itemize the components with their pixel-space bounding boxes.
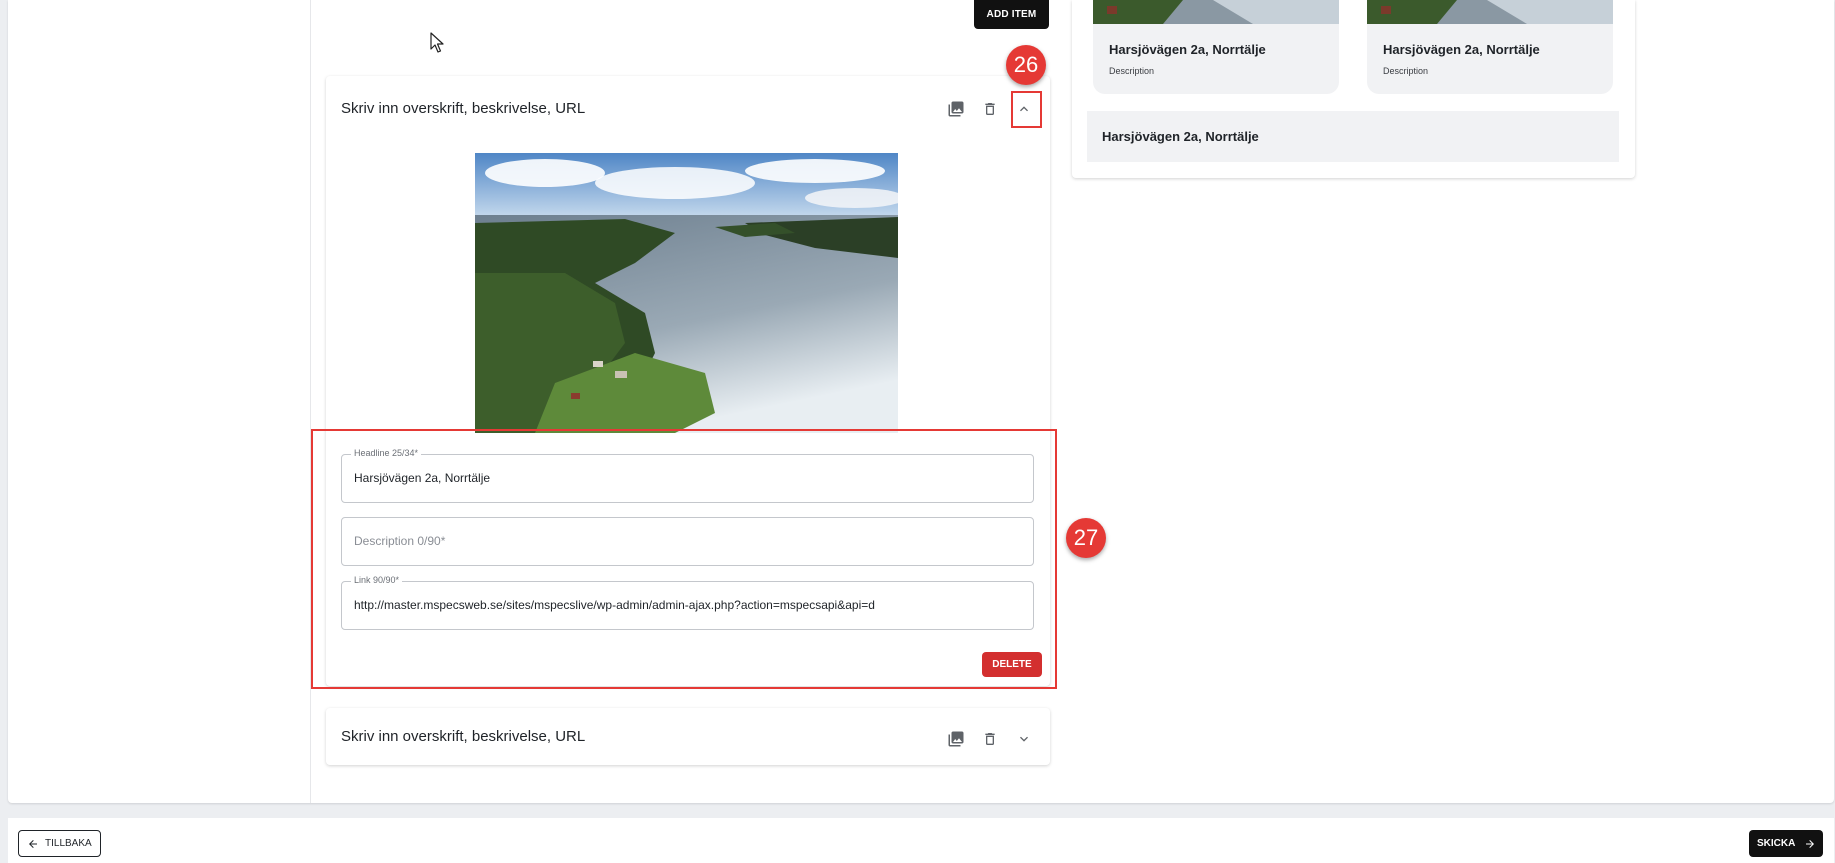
annotation-badge-27: 27	[1066, 518, 1106, 558]
annotation-box-27	[311, 429, 1057, 689]
send-button[interactable]: SKICKA	[1749, 830, 1823, 857]
footer-bar: TILLBAKA SKICKA	[8, 818, 1834, 863]
annotation-badge-26: 26	[1006, 45, 1046, 85]
send-button-label: SKICKA	[1757, 838, 1796, 849]
item-actions	[944, 727, 1036, 751]
image-icon[interactable]	[944, 727, 968, 751]
item-title: Skriv inn overskrift, beskrivelse, URL	[341, 728, 586, 745]
preview-card-image	[1367, 0, 1613, 24]
preview-card-description: Description	[1383, 66, 1429, 76]
back-button-label: TILLBAKA	[45, 838, 92, 849]
preview-panel: Harsjövägen 2a, Norrtälje Description Ha…	[1072, 0, 1635, 178]
trash-icon[interactable]	[978, 727, 1002, 751]
preview-card-title: Harsjövägen 2a, Norrtälje	[1109, 42, 1266, 57]
preview-card-title: Harsjövägen 2a, Norrtälje	[1383, 42, 1540, 57]
preview-card-image	[1093, 0, 1339, 24]
item-title: Skriv inn overskrift, beskrivelse, URL	[341, 100, 586, 117]
preview-card: Harsjövägen 2a, Norrtälje Description	[1367, 0, 1613, 94]
preview-card: Harsjövägen 2a, Norrtälje Description	[1093, 0, 1339, 94]
item-card-collapsed[interactable]: Skriv inn overskrift, beskrivelse, URL	[326, 708, 1050, 765]
arrow-right-icon	[1806, 839, 1815, 848]
arrow-left-icon	[29, 839, 37, 848]
preview-bar: Harsjövägen 2a, Norrtälje	[1087, 111, 1619, 162]
item-image	[475, 153, 898, 433]
image-icon[interactable]	[944, 97, 968, 121]
chevron-down-icon[interactable]	[1012, 727, 1036, 751]
add-item-button[interactable]: ADD ITEM	[974, 0, 1049, 29]
back-button[interactable]: TILLBAKA	[18, 830, 101, 857]
cursor-icon	[430, 32, 444, 53]
trash-icon[interactable]	[978, 97, 1002, 121]
annotation-box-26	[1011, 91, 1042, 128]
preview-card-description: Description	[1109, 66, 1155, 76]
preview-bar-title: Harsjövägen 2a, Norrtälje	[1102, 129, 1259, 144]
